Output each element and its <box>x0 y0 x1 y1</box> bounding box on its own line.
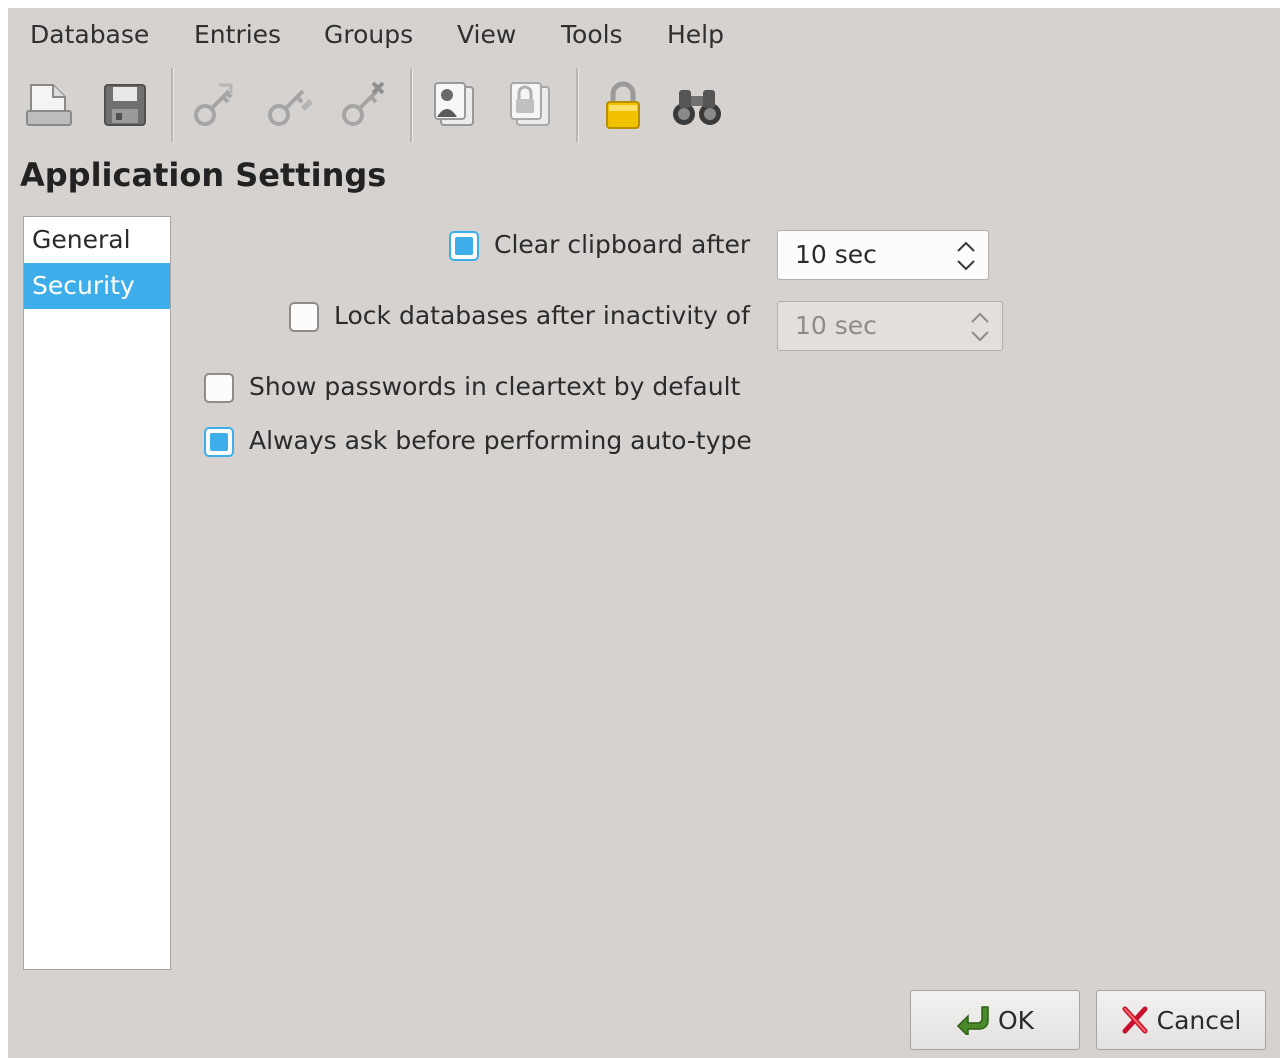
delete-entry-button[interactable] <box>332 74 394 136</box>
menu-groups[interactable]: Groups <box>320 18 417 52</box>
new-database-icon <box>26 84 72 126</box>
edit-entry-icon <box>268 89 313 126</box>
ok-label: OK <box>997 1005 1035 1035</box>
save-database-icon <box>104 84 146 126</box>
search-binoculars-icon <box>673 90 721 125</box>
lock-inactivity-spinbox[interactable]: 10 sec <box>777 301 1003 351</box>
page-title: Application Settings <box>20 156 387 194</box>
toolbar <box>8 66 1280 146</box>
menu-tools[interactable]: Tools <box>557 18 627 52</box>
add-entry-icon <box>194 83 233 126</box>
edit-entry-button[interactable] <box>258 74 320 136</box>
application-settings-window: Database Entries Groups View Tools Help <box>8 8 1280 1058</box>
ok-arrow-icon <box>956 1005 990 1035</box>
lock-database-button[interactable] <box>592 74 654 136</box>
cancel-label: Cancel <box>1156 1005 1242 1035</box>
menu-bar: Database Entries Groups View Tools Help <box>8 8 1280 62</box>
search-button[interactable] <box>666 74 728 136</box>
toolbar-separator <box>576 68 579 142</box>
toolbar-separator <box>410 68 413 142</box>
settings-category-list: General Security <box>23 216 171 970</box>
delete-entry-icon <box>342 81 385 126</box>
save-database-button[interactable] <box>94 74 156 136</box>
lock-inactivity-value: 10 sec <box>795 311 877 340</box>
add-entry-button[interactable] <box>184 74 246 136</box>
cancel-x-icon <box>1121 1005 1149 1035</box>
copy-username-button[interactable] <box>424 74 486 136</box>
clear-clipboard-checkbox[interactable] <box>449 231 479 261</box>
menu-entries[interactable]: Entries <box>190 18 285 52</box>
category-item-security[interactable]: Security <box>24 263 170 309</box>
spin-arrows-icon[interactable] <box>954 237 978 275</box>
clear-clipboard-label: Clear clipboard after <box>494 230 751 259</box>
toolbar-separator <box>171 68 174 142</box>
clear-clipboard-spinbox[interactable]: 10 sec <box>777 230 989 280</box>
copy-password-icon <box>510 82 550 126</box>
lock-inactivity-label: Lock databases after inactivity of <box>334 301 750 330</box>
copy-username-icon <box>434 82 474 126</box>
spin-arrows-icon[interactable] <box>968 308 992 346</box>
ask-autotype-checkbox[interactable] <box>204 427 234 457</box>
show-passwords-checkbox[interactable] <box>204 373 234 403</box>
menu-view[interactable]: View <box>453 18 520 52</box>
cancel-button[interactable]: Cancel <box>1096 990 1266 1050</box>
copy-password-button[interactable] <box>500 74 562 136</box>
ok-button[interactable]: OK <box>910 990 1080 1050</box>
category-item-general[interactable]: General <box>24 217 170 263</box>
menu-database[interactable]: Database <box>26 18 153 52</box>
ask-autotype-label: Always ask before performing auto-type <box>249 426 752 455</box>
lock-inactivity-checkbox[interactable] <box>289 302 319 332</box>
clear-clipboard-value: 10 sec <box>795 240 877 269</box>
lock-database-icon <box>606 81 640 129</box>
menu-help[interactable]: Help <box>663 18 728 52</box>
show-passwords-label: Show passwords in cleartext by default <box>249 372 741 401</box>
new-database-button[interactable] <box>18 74 80 136</box>
